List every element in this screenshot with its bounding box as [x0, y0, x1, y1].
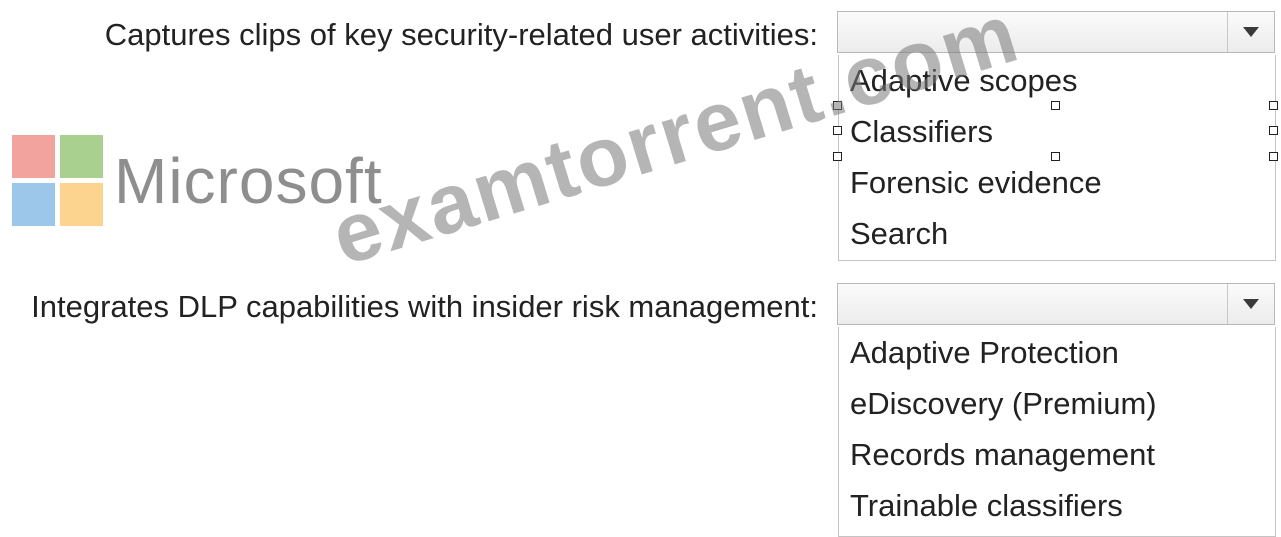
question-1-dropdown-button[interactable] [1227, 12, 1274, 52]
question-2-options-list: Adaptive Protection eDiscovery (Premium)… [838, 327, 1276, 537]
resize-handle-icon[interactable] [1269, 101, 1278, 110]
chevron-down-icon [1243, 27, 1259, 37]
q1-option-search[interactable]: Search [839, 208, 1275, 259]
microsoft-logo: Microsoft [12, 135, 383, 227]
logo-square-yellow [60, 183, 103, 226]
logo-square-blue [12, 183, 55, 226]
q1-option-forensic-evidence[interactable]: Forensic evidence [839, 157, 1275, 208]
question-1-label: Captures clips of key security-related u… [104, 17, 818, 52]
q1-option-classifiers[interactable]: Classifiers [839, 106, 1275, 157]
logo-text: Microsoft [114, 145, 383, 217]
question-2-label: Integrates DLP capabilities with insider… [31, 289, 818, 324]
logo-square-green [60, 135, 103, 178]
q2-option-ediscovery-premium[interactable]: eDiscovery (Premium) [839, 378, 1275, 429]
q2-option-trainable-classifiers[interactable]: Trainable classifiers [839, 480, 1275, 531]
resize-handle-icon[interactable] [1051, 101, 1060, 110]
q1-option-adaptive-scopes[interactable]: Adaptive scopes [839, 55, 1275, 106]
question-1-dropdown[interactable] [837, 11, 1275, 53]
resize-handle-icon[interactable] [833, 126, 842, 135]
resize-handle-icon[interactable] [1051, 152, 1060, 161]
q2-option-adaptive-protection[interactable]: Adaptive Protection [839, 327, 1275, 378]
resize-handle-icon[interactable] [1269, 152, 1278, 161]
microsoft-logo-grid-icon [12, 135, 104, 227]
resize-handle-icon[interactable] [833, 152, 842, 161]
chevron-down-icon [1243, 299, 1259, 309]
question-2-dropdown[interactable] [837, 283, 1275, 325]
resize-handle-icon[interactable] [833, 101, 842, 110]
question-2-dropdown-button[interactable] [1227, 284, 1274, 324]
resize-handle-icon[interactable] [1269, 126, 1278, 135]
logo-square-red [12, 135, 55, 178]
q2-option-records-management[interactable]: Records management [839, 429, 1275, 480]
